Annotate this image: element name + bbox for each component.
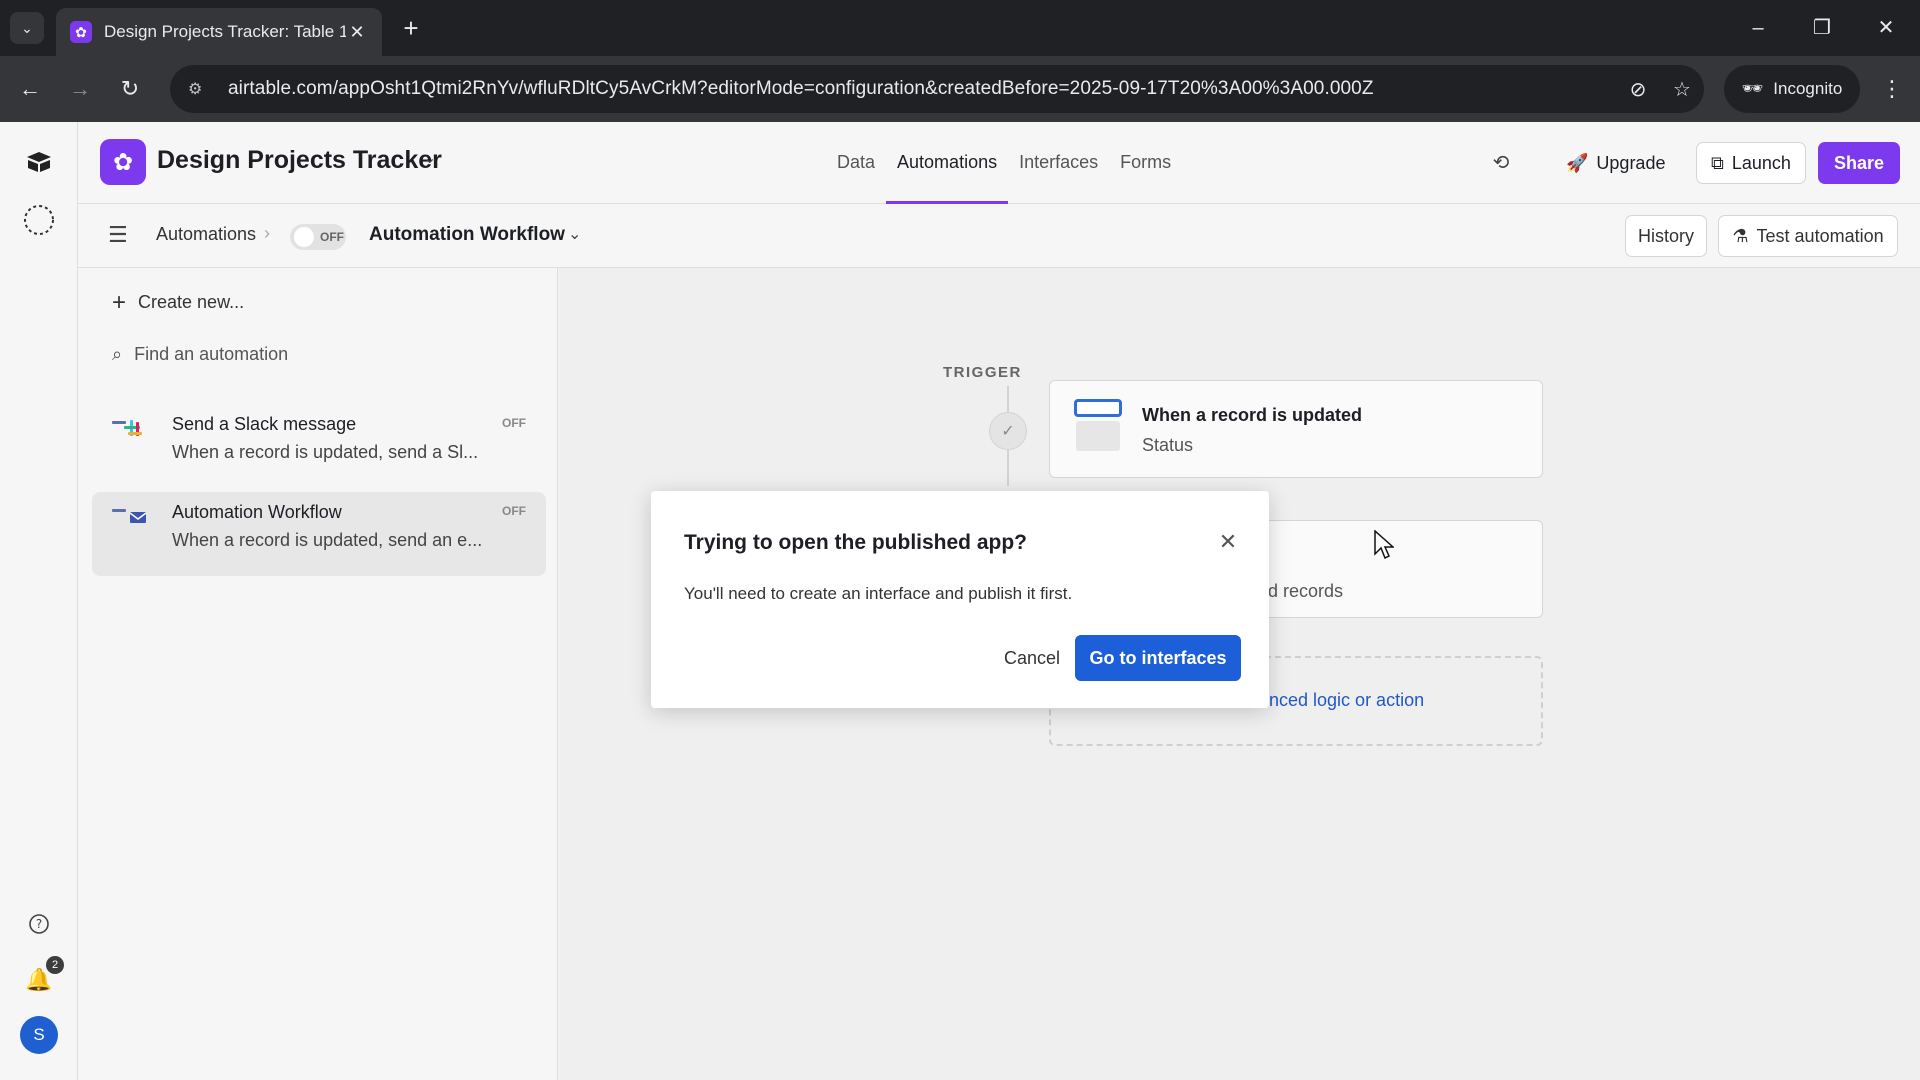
site-settings-icon[interactable]: ⚙ — [188, 79, 210, 99]
publish-app-dialog: Trying to open the published app? ✕ You'… — [651, 491, 1269, 708]
upgrade-rocket-icon: 🚀 — [1566, 152, 1589, 173]
mouse-cursor-icon — [1374, 529, 1395, 560]
eye-off-icon[interactable]: ⊘ — [1616, 77, 1660, 102]
menu-hamburger-icon[interactable]: ☰ — [108, 222, 128, 248]
automation-name: Automation Workflow — [172, 502, 342, 522]
dialog-title: Trying to open the published app? — [684, 531, 1027, 554]
dialog-message: You'll need to create an interface and p… — [684, 584, 1073, 603]
go-to-interfaces-button[interactable]: Go to interfaces — [1075, 635, 1241, 681]
new-tab-icon[interactable]: + — [396, 14, 426, 44]
incognito-icon: 🕶 — [1741, 79, 1764, 98]
trigger-section-label: TRIGGER — [943, 364, 1022, 381]
bookmark-star-icon[interactable]: ☆ — [1660, 77, 1704, 102]
automation-on-off-toggle[interactable]: OFF — [290, 224, 346, 250]
automation-description: When a record is updated, send an e... — [172, 530, 483, 550]
window-close-icon[interactable]: ✕ — [1866, 10, 1906, 46]
airtable-home-icon[interactable] — [19, 142, 59, 182]
add-logic-label: nced logic or action — [1269, 690, 1425, 710]
email-trigger-icon — [112, 506, 150, 528]
trigger-title: When a record is updated — [1142, 405, 1363, 425]
action-subtitle: d records — [1268, 581, 1344, 601]
toggle-knob — [294, 227, 314, 247]
minimize-icon[interactable]: – — [1738, 10, 1778, 46]
browser-tab-strip: ⌄ ✿ Design Projects Tracker: Table 1 ✕ +… — [0, 0, 1920, 56]
chevron-down-icon[interactable]: ⌄ — [423, 148, 436, 168]
test-automation-label: Test automation — [1756, 225, 1884, 246]
breadcrumb-automations[interactable]: Automations — [156, 224, 256, 245]
browser-menu-icon[interactable]: ⋮ — [1874, 71, 1910, 107]
find-automation-search[interactable]: ⌕ Find an automation — [112, 344, 288, 365]
breadcrumb-chevron-icon: › — [264, 223, 270, 243]
base-name[interactable]: Design Projects Tracker — [157, 146, 442, 175]
history-button[interactable]: History — [1625, 215, 1707, 257]
upgrade-label: Upgrade — [1596, 152, 1666, 173]
omni-assistant-icon[interactable] — [19, 200, 59, 240]
reload-icon[interactable]: ↻ — [112, 71, 148, 107]
check-icon: ✓ — [989, 412, 1027, 450]
app-rail: ? 🔔 2 S — [0, 122, 78, 1080]
tab-automations[interactable]: Automations — [886, 122, 1009, 204]
base-icon[interactable]: ✿ — [100, 139, 146, 185]
address-bar[interactable]: ⚙ airtable.com/appOsht1Qtmi2RnYv/wfluRDl… — [170, 65, 1704, 113]
automation-name: Send a Slack message — [172, 414, 357, 434]
base-nav-tabs: Data Automations Interfaces Forms — [826, 122, 1182, 204]
tab-interfaces[interactable]: Interfaces — [1008, 122, 1109, 204]
url-text: airtable.com/appOsht1Qtmi2RnYv/wfluRDltC… — [228, 78, 1374, 99]
launch-icon: ⧉ — [1711, 152, 1724, 173]
tab-data[interactable]: Data — [826, 122, 886, 204]
tab-forms[interactable]: Forms — [1109, 122, 1182, 204]
automation-subheader: ☰ Automations › OFF Automation Workflow … — [78, 204, 1920, 268]
forward-icon[interactable]: → — [62, 71, 98, 107]
notification-count-badge: 2 — [46, 956, 64, 974]
user-avatar[interactable]: S — [20, 1016, 58, 1054]
share-button[interactable]: Share — [1818, 142, 1900, 184]
search-icon: ⌕ — [112, 344, 123, 364]
workflow-name[interactable]: Automation Workflow — [369, 224, 565, 246]
search-placeholder: Find an automation — [134, 344, 289, 364]
close-icon[interactable]: ✕ — [1213, 527, 1243, 557]
base-header: ✿ Design Projects Tracker ⌄ Data Automat… — [78, 122, 1920, 204]
launch-button[interactable]: ⧉ Launch — [1696, 142, 1806, 184]
automation-status-badge: OFF — [502, 504, 526, 518]
automation-list-item[interactable]: Send a Slack message When a record is up… — [92, 404, 546, 488]
trigger-subtitle: Status — [1142, 435, 1194, 455]
incognito-label: Incognito — [1773, 79, 1843, 98]
toggle-label: OFF — [320, 230, 344, 244]
upgrade-button[interactable]: 🚀 Upgrade — [1556, 142, 1675, 184]
plus-icon: + — [112, 288, 127, 316]
revision-history-icon[interactable]: ⟲ — [1486, 148, 1516, 178]
incognito-indicator[interactable]: 🕶 Incognito — [1724, 65, 1860, 113]
automation-list-panel: + Create new... ⌕ Find an automation Sen… — [78, 268, 558, 1080]
back-icon[interactable]: ← — [12, 71, 48, 107]
automation-status-badge: OFF — [502, 416, 526, 430]
tab-close-icon[interactable]: ✕ — [346, 22, 368, 43]
record-updated-icon — [1074, 399, 1122, 451]
workflow-chevron-down-icon[interactable]: ⌄ — [568, 224, 581, 244]
tab-title: Design Projects Tracker: Table 1 — [104, 22, 346, 41]
airtable-favicon-icon: ✿ — [70, 21, 92, 43]
test-automation-button[interactable]: ⚗ Test automation — [1718, 215, 1898, 257]
automation-description: When a record is updated, send a Sl... — [172, 442, 479, 462]
create-new-button[interactable]: + Create new... — [112, 288, 245, 316]
svg-text:?: ? — [36, 917, 42, 931]
tab-search-icon[interactable]: ⌄ — [10, 12, 44, 44]
browser-tab[interactable]: ✿ Design Projects Tracker: Table 1 ✕ — [56, 8, 382, 56]
restore-icon[interactable]: ❐ — [1802, 10, 1842, 46]
help-icon[interactable]: ? — [19, 904, 59, 944]
trigger-card[interactable]: When a record is updated Status — [1049, 380, 1543, 478]
flask-icon: ⚗ — [1732, 225, 1749, 246]
create-new-label: Create new... — [138, 292, 245, 312]
slack-trigger-icon — [112, 418, 150, 440]
automation-list-item-selected[interactable]: Automation Workflow When a record is upd… — [92, 492, 546, 576]
launch-label: Launch — [1731, 152, 1791, 173]
browser-toolbar: ← → ↻ ⚙ airtable.com/appOsht1Qtmi2RnYv/w… — [0, 56, 1920, 122]
